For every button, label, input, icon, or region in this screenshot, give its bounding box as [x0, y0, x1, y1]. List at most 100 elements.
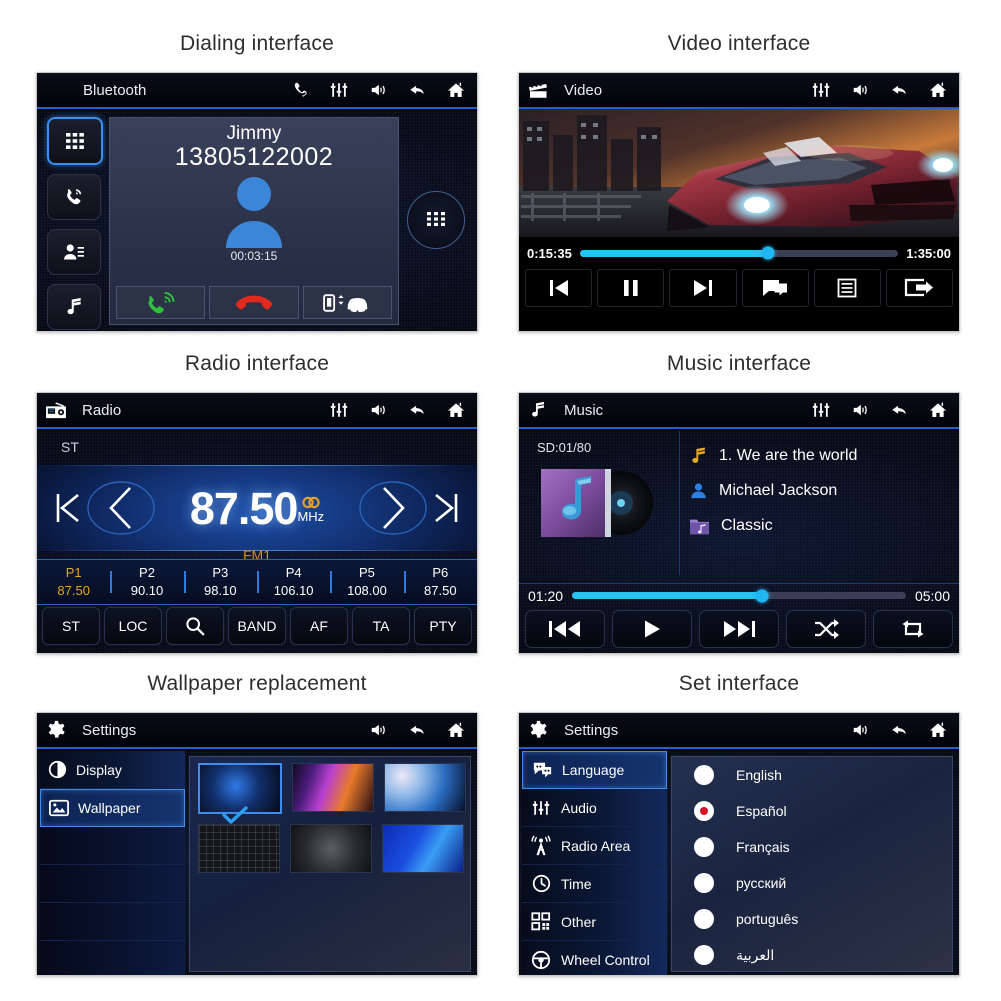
video-progress: 0:15:35 1:35:00: [519, 241, 959, 265]
wallpaper-thumb-blue-curve[interactable]: [382, 824, 464, 873]
shuffle-icon[interactable]: [786, 610, 866, 648]
equalizer-icon[interactable]: [810, 400, 832, 420]
radio-button[interactable]: [694, 909, 714, 929]
radio-function-band[interactable]: BAND: [228, 607, 286, 645]
volume-icon[interactable]: [849, 720, 871, 740]
next-track-icon[interactable]: [699, 610, 779, 648]
wallpaper-thumb-dark-gray[interactable]: [290, 824, 372, 873]
settings-title: Settings: [564, 721, 619, 739]
end-call-icon[interactable]: [209, 286, 299, 319]
video-seek-bar[interactable]: [579, 246, 899, 260]
back-icon[interactable]: [406, 720, 428, 740]
sidebar-item-label: Other: [561, 913, 597, 930]
language-option[interactable]: русский: [672, 865, 952, 901]
volume-icon[interactable]: [367, 400, 389, 420]
back-icon[interactable]: [888, 400, 910, 420]
settings-topbar: Settings: [519, 713, 959, 749]
home-icon[interactable]: [927, 80, 949, 100]
home-icon[interactable]: [445, 80, 467, 100]
next-icon[interactable]: [669, 269, 737, 307]
back-icon[interactable]: [888, 80, 910, 100]
home-icon[interactable]: [445, 720, 467, 740]
language-option[interactable]: العربية: [672, 937, 952, 973]
tune-up-button[interactable]: [359, 465, 427, 551]
radio-preset[interactable]: P1 87.50: [37, 564, 110, 599]
sidebar-item-language[interactable]: Language: [522, 751, 667, 789]
transfer-audio-icon[interactable]: [302, 286, 392, 319]
home-icon[interactable]: [927, 720, 949, 740]
search-icon[interactable]: [166, 607, 224, 645]
previous-icon[interactable]: [525, 269, 593, 307]
artist-icon: [689, 481, 708, 501]
home-icon[interactable]: [445, 400, 467, 420]
radio-function-ta[interactable]: TA: [352, 607, 410, 645]
sidebar-item-keypad[interactable]: [47, 117, 103, 165]
volume-icon[interactable]: [849, 80, 871, 100]
dial-pad-icon[interactable]: [407, 191, 465, 249]
phone-icon[interactable]: [289, 80, 311, 100]
radio-function-pty[interactable]: PTY: [414, 607, 472, 645]
radio-button[interactable]: [694, 945, 714, 965]
sidebar-item-other[interactable]: Other: [522, 903, 667, 941]
sidebar-item-wallpaper[interactable]: Wallpaper: [40, 789, 185, 827]
seek-start-button[interactable]: [45, 465, 89, 551]
equalizer-icon[interactable]: [328, 80, 350, 100]
pause-icon[interactable]: [597, 269, 665, 307]
track-title: 1. We are the world: [719, 447, 858, 464]
wallpaper-thumb-neon-wave[interactable]: [292, 763, 374, 812]
sidebar-item-display[interactable]: Display: [40, 751, 185, 789]
tune-down-button[interactable]: [87, 465, 155, 551]
previous-track-icon[interactable]: [525, 610, 605, 648]
wallpaper-thumb-light-blue-blur[interactable]: [384, 763, 466, 812]
radio-function-loc[interactable]: LOC: [104, 607, 162, 645]
radio-preset[interactable]: P3 98.10: [183, 564, 257, 599]
volume-icon[interactable]: [367, 80, 389, 100]
language-option[interactable]: English: [672, 757, 952, 793]
language-option[interactable]: português: [672, 901, 952, 937]
radio-button[interactable]: [694, 837, 714, 857]
video-frame[interactable]: [519, 109, 959, 237]
sidebar-item-audio[interactable]: Audio: [522, 789, 667, 827]
seek-end-button[interactable]: [425, 465, 469, 551]
equalizer-icon[interactable]: [328, 400, 350, 420]
language-option[interactable]: Français: [672, 829, 952, 865]
back-icon[interactable]: [888, 720, 910, 740]
music-seek-bar[interactable]: [572, 589, 906, 602]
repeat-icon[interactable]: [873, 610, 953, 648]
volume-icon[interactable]: [849, 400, 871, 420]
music-elapsed: 01:20: [528, 587, 564, 604]
play-icon[interactable]: [612, 610, 692, 648]
radio-button[interactable]: [694, 801, 714, 821]
preset-frequency: 108.00: [347, 583, 387, 598]
radio-function-st[interactable]: ST: [42, 607, 100, 645]
radio-preset[interactable]: P4 106.10: [256, 564, 330, 599]
radio-button[interactable]: [694, 765, 714, 785]
phone-number: 13805122002: [174, 143, 334, 171]
volume-icon[interactable]: [367, 720, 389, 740]
radio-preset[interactable]: P6 87.50: [403, 564, 477, 599]
screen-share-icon[interactable]: [885, 269, 954, 307]
back-icon[interactable]: [406, 80, 428, 100]
equalizer-icon[interactable]: [810, 80, 832, 100]
radio-button[interactable]: [694, 873, 714, 893]
sidebar-item-call-history[interactable]: [47, 174, 101, 220]
sidebar-item-radio-area[interactable]: Radio Area: [522, 827, 667, 865]
caption-settings: Set interface: [678, 672, 800, 695]
sidebar-item-wheel-control[interactable]: Wheel Control: [522, 941, 667, 975]
radio-preset[interactable]: P2 90.10: [110, 564, 183, 599]
subtitle-icon[interactable]: [741, 269, 809, 307]
language-option[interactable]: Español: [672, 793, 952, 829]
home-icon[interactable]: [927, 400, 949, 420]
back-icon[interactable]: [406, 400, 428, 420]
radio-selected-dot: [700, 807, 708, 815]
sidebar-item-bt-music[interactable]: [47, 284, 101, 330]
radio-preset[interactable]: P5 108.00: [330, 564, 403, 599]
wallpaper-thumb-dark-grid[interactable]: [198, 824, 280, 873]
playlist-icon[interactable]: [813, 269, 881, 307]
sidebar-item-time[interactable]: Time: [522, 865, 667, 903]
answer-call-icon[interactable]: [116, 286, 206, 319]
sidebar-item-contacts[interactable]: [47, 229, 101, 275]
clapperboard-icon: [527, 80, 549, 100]
radio-function-af[interactable]: AF: [290, 607, 348, 645]
contact-name: Jimmy: [226, 123, 282, 144]
